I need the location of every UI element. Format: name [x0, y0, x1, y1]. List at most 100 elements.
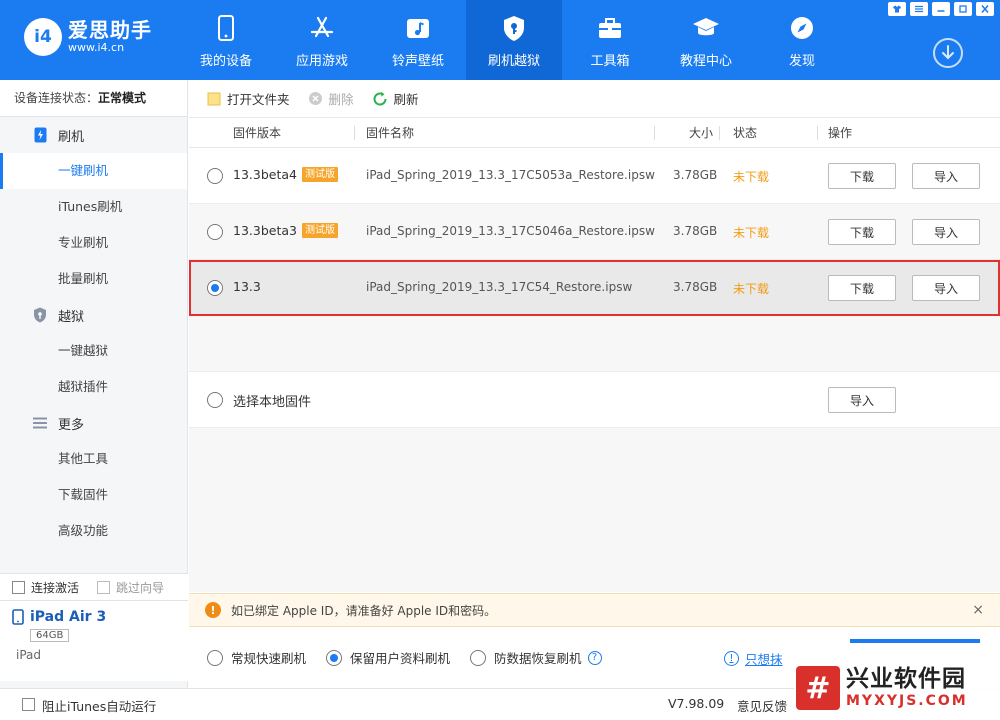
sidebar-item-itunes-flash[interactable]: iTunes刷机 — [0, 189, 187, 225]
help-icon[interactable]: ? — [587, 650, 602, 665]
notice-text: 如已绑定 Apple ID，请准备好 Apple ID和密码。 — [231, 603, 497, 618]
skin-icon[interactable] — [888, 2, 906, 16]
import-button[interactable]: 导入 — [912, 275, 980, 301]
table-empty-area — [189, 428, 1000, 592]
import-button[interactable]: 导入 — [912, 219, 980, 245]
mode-normal-radio[interactable] — [207, 649, 223, 666]
firmware-radio[interactable] — [207, 168, 223, 184]
table-row-selected[interactable]: 13.3 iPad_Spring_2019_13.3_17C54_Restore… — [189, 260, 1000, 316]
firmware-status: 未下载 — [733, 282, 770, 296]
device-name: iPad Air 3 — [30, 609, 107, 625]
sidebar-item-other-tools[interactable]: 其他工具 — [0, 441, 187, 477]
nav-ringtones[interactable]: 铃声壁纸 — [370, 0, 466, 80]
firmware-name: iPad_Spring_2019_13.3_17C5046a_Restore.i… — [366, 224, 655, 238]
window-controls — [888, 2, 994, 16]
import-button[interactable]: 导入 — [912, 163, 980, 189]
app-url: www.i4.cn — [68, 41, 125, 54]
maximize-icon[interactable] — [954, 2, 972, 16]
notice-close-icon[interactable]: × — [972, 602, 984, 618]
firmware-version: 13.3 — [233, 279, 261, 294]
sidebar-group-flash: 刷机 — [0, 117, 187, 153]
menu-icon[interactable] — [910, 2, 928, 16]
sidebar-group-jailbreak: 越狱 — [0, 297, 187, 333]
app-name: 爱思助手 — [68, 18, 152, 42]
local-firmware-radio[interactable] — [207, 392, 223, 408]
download-arrow-icon — [942, 45, 954, 60]
col-action: 操作 — [828, 126, 853, 140]
nav-apps-games[interactable]: 应用游戏 — [274, 0, 370, 80]
start-flash-button[interactable] — [850, 639, 980, 643]
main-panel: 打开文件夹 删除 刷新 固件版本 固件名称 大小 状态 操作 13.3beta4 — [189, 80, 1000, 688]
warning-icon: ! — [205, 602, 221, 618]
download-button[interactable]: 下载 — [828, 219, 896, 245]
feedback-link[interactable]: 意见反馈 — [737, 696, 787, 715]
close-icon[interactable] — [976, 2, 994, 16]
sidebar: 设备连接状态：正常模式 刷机 一键刷机 iTunes刷机 专业刷机 批量刷机 越… — [0, 80, 188, 688]
sidebar-item-batch-flash[interactable]: 批量刷机 — [0, 261, 187, 297]
minimize-icon[interactable] — [932, 2, 950, 16]
toolbox-icon — [596, 14, 624, 42]
phone-icon — [212, 14, 240, 42]
mode-normal[interactable]: 常规快速刷机 — [207, 648, 306, 667]
compass-icon — [788, 14, 816, 42]
col-status: 状态 — [733, 126, 758, 140]
mode-anti-recovery[interactable]: 防数据恢复刷机 ? — [470, 648, 602, 667]
col-version: 固件版本 — [233, 126, 282, 140]
firmware-radio-selected[interactable] — [207, 280, 223, 296]
sidebar-item-download-firmware[interactable]: 下载固件 — [0, 477, 187, 513]
mode-keep-data-radio[interactable] — [326, 649, 343, 666]
nav-discover[interactable]: 发现 — [754, 0, 850, 80]
block-itunes-label: 阻止iTunes自动运行 — [42, 699, 157, 714]
skip-guide-checkbox[interactable] — [97, 580, 111, 594]
sidebar-group-more: 更多 — [0, 405, 187, 441]
firmware-radio[interactable] — [207, 224, 223, 240]
sidebar-item-one-click-flash[interactable]: 一键刷机 — [0, 153, 187, 189]
flash-phone-icon — [32, 127, 48, 143]
main-nav: 我的设备 应用游戏 铃声壁纸 刷机越狱 工具箱 教程中心 发现 — [178, 0, 850, 80]
table-header: 固件版本 固件名称 大小 状态 操作 — [189, 118, 1000, 148]
delete-icon — [308, 91, 323, 106]
device-capacity: 64GB — [30, 629, 70, 642]
delete-button[interactable]: 删除 — [308, 89, 354, 108]
ipad-icon — [12, 609, 24, 625]
nav-my-device[interactable]: 我的设备 — [178, 0, 274, 80]
firmware-status: 未下载 — [733, 226, 770, 240]
refresh-icon — [372, 91, 388, 107]
sidebar-item-advanced[interactable]: 高级功能 — [0, 513, 187, 549]
app-version: V7.98.09 — [668, 696, 725, 711]
connection-status: 设备连接状态：正常模式 — [0, 80, 187, 117]
mode-anti-recovery-radio[interactable] — [470, 649, 487, 666]
sidebar-item-jailbreak-plugins[interactable]: 越狱插件 — [0, 369, 187, 405]
local-firmware-row[interactable]: 选择本地固件 导入 — [189, 372, 1000, 428]
watermark-title: 兴业软件园 — [846, 666, 966, 692]
list-icon — [32, 415, 48, 431]
refresh-button[interactable]: 刷新 — [372, 89, 419, 108]
mode-keep-data[interactable]: 保留用户资料刷机 — [326, 648, 450, 667]
beta-badge: 测试版 — [301, 223, 338, 238]
open-folder-button[interactable]: 打开文件夹 — [207, 89, 290, 108]
nav-flash-jailbreak[interactable]: 刷机越狱 — [466, 0, 562, 80]
download-button[interactable]: 下载 — [828, 163, 896, 189]
download-button[interactable]: 下载 — [828, 275, 896, 301]
logo-badge: i4 — [24, 18, 62, 56]
watermark-domain: MYXYJS.COM — [846, 693, 968, 709]
device-type: iPad — [16, 648, 42, 662]
local-import-button[interactable]: 导入 — [828, 387, 896, 413]
col-size: 大小 — [689, 126, 714, 140]
app-store-icon — [308, 14, 336, 42]
top-header: i4 爱思助手 www.i4.cn 我的设备 应用游戏 铃声壁纸 刷机越狱 工具… — [0, 0, 1000, 80]
device-card[interactable]: iPad Air 3 64GB iPad — [0, 601, 188, 681]
only-erase-link[interactable]: ! 只想抹 — [724, 649, 783, 668]
download-manager-button[interactable] — [933, 38, 963, 68]
table-row[interactable]: 13.3beta4 测试版 iPad_Spring_2019_13.3_17C5… — [189, 148, 1000, 204]
connection-mode: 正常模式 — [98, 91, 147, 105]
nav-toolbox[interactable]: 工具箱 — [562, 0, 658, 80]
beta-badge: 测试版 — [301, 167, 338, 182]
sidebar-item-one-click-jailbreak[interactable]: 一键越狱 — [0, 333, 187, 369]
sidebar-item-pro-flash[interactable]: 专业刷机 — [0, 225, 187, 261]
nav-tutorials[interactable]: 教程中心 — [658, 0, 754, 80]
connect-activate-checkbox[interactable] — [12, 580, 25, 594]
table-row[interactable]: 13.3beta3 测试版 iPad_Spring_2019_13.3_17C5… — [189, 204, 1000, 260]
music-icon — [404, 14, 432, 42]
block-itunes-checkbox[interactable] — [22, 698, 35, 711]
